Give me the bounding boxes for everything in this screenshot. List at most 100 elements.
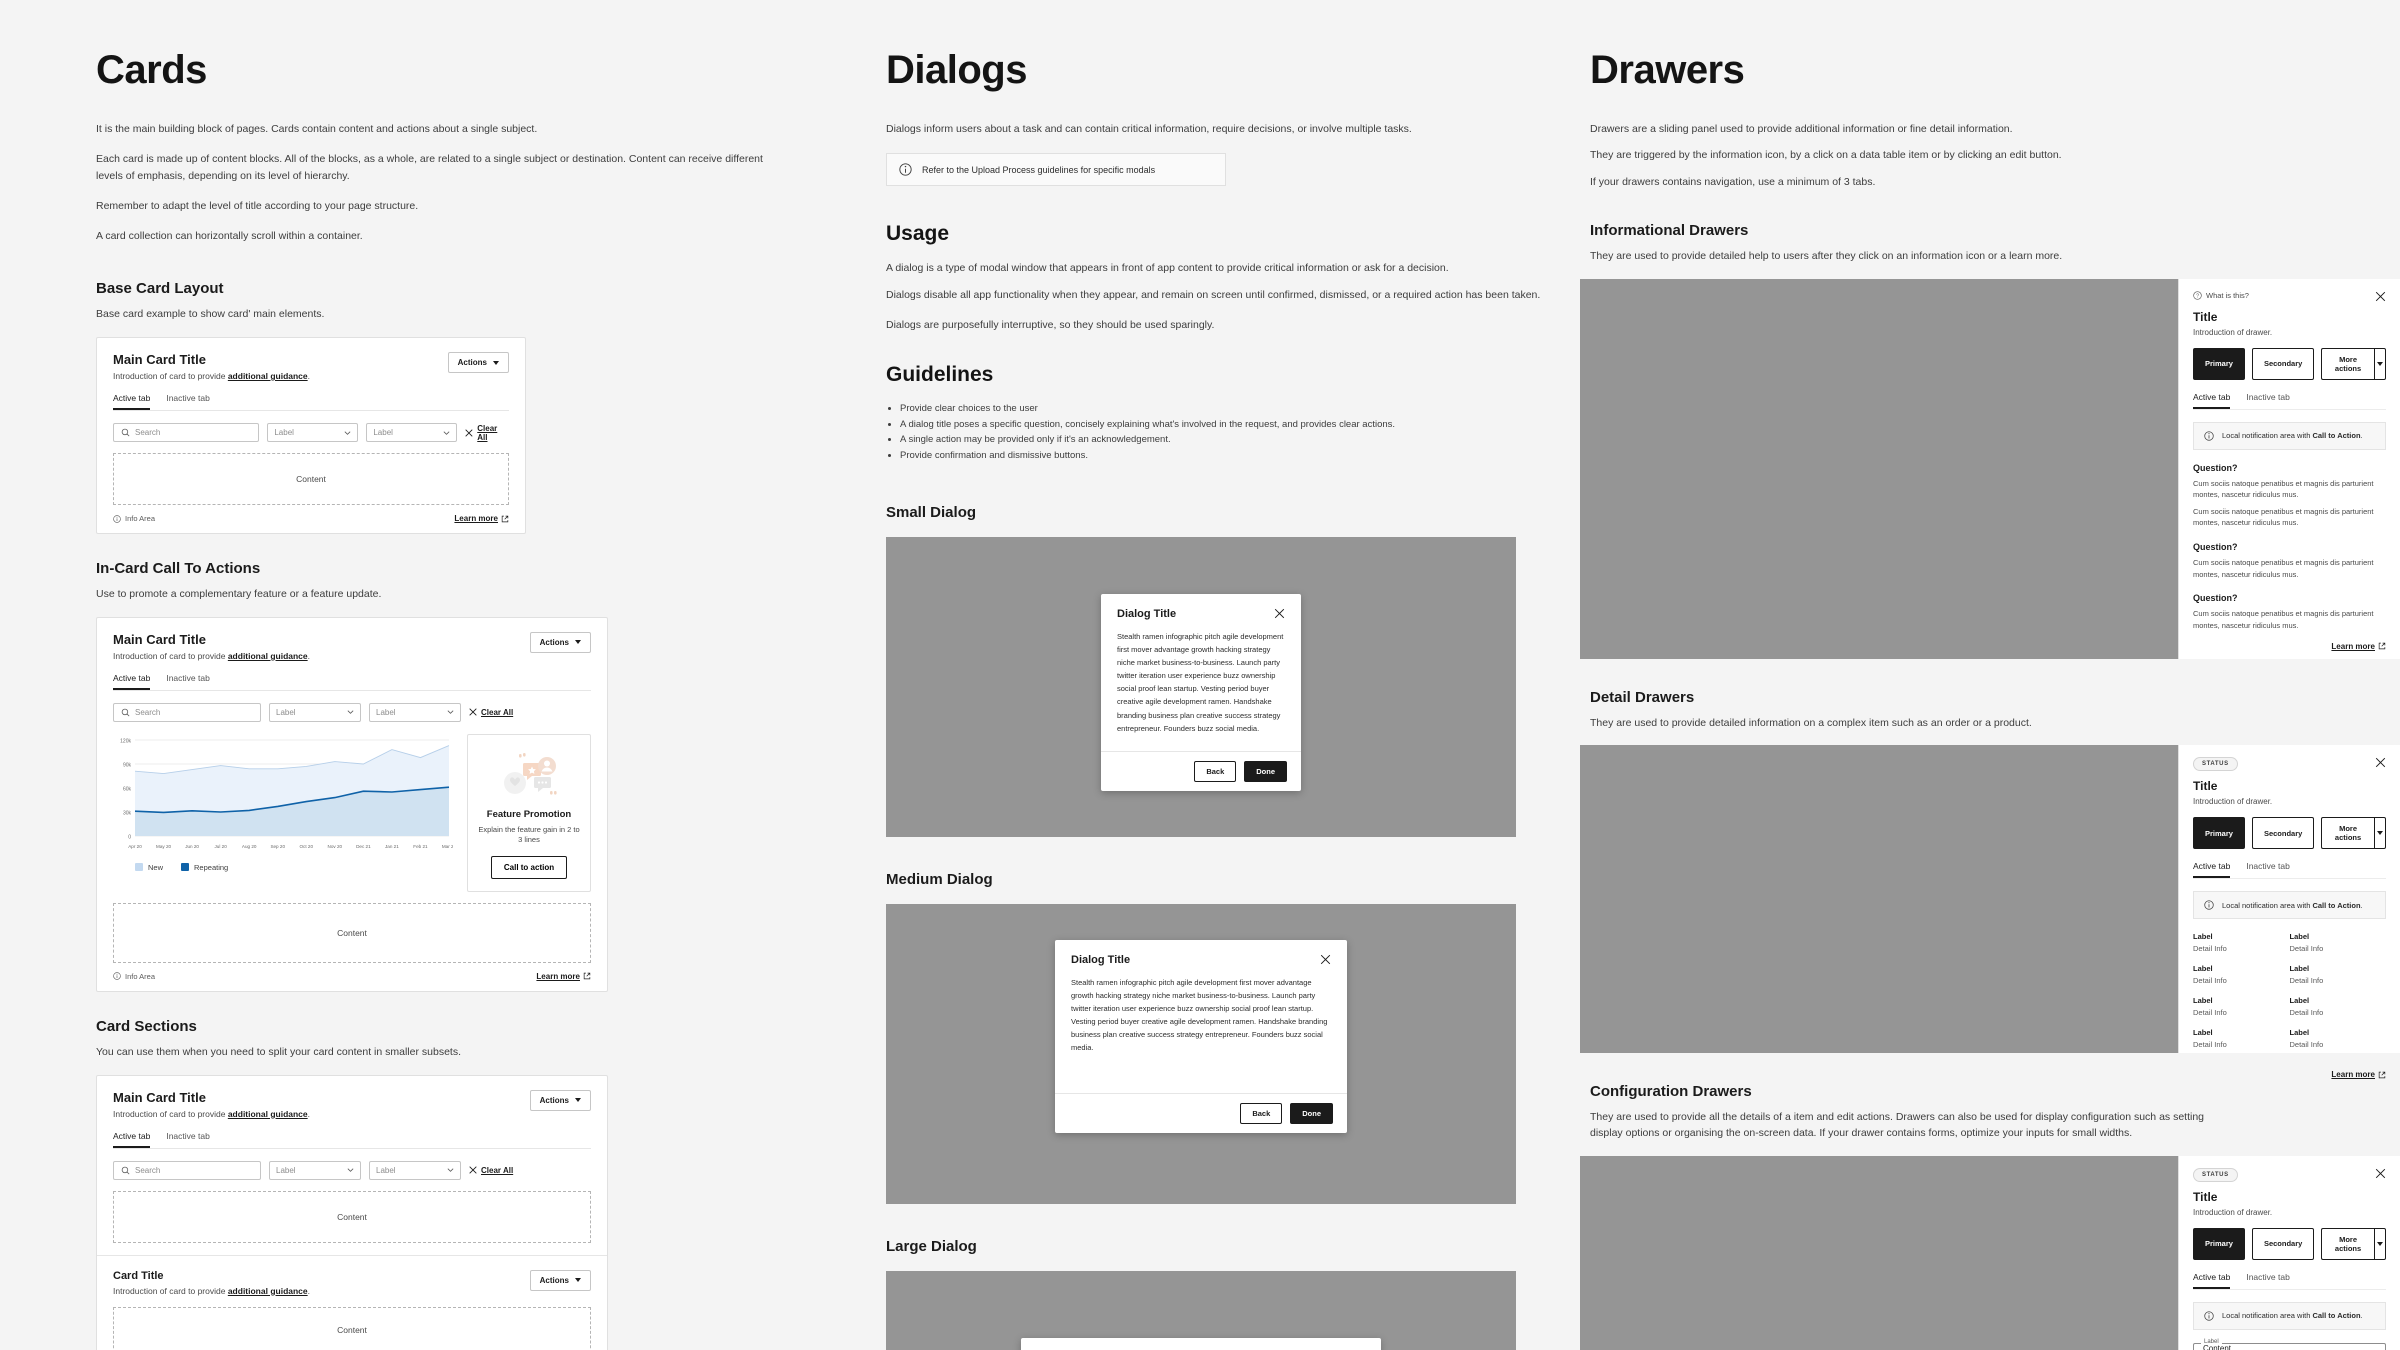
card-section-1: Main Card Title Introduction of card to … (97, 1076, 607, 1255)
tab-inactive[interactable]: Inactive tab (166, 1131, 209, 1148)
info-icon (113, 514, 121, 523)
card-subtitle-prefix: Introduction of card to provide (113, 371, 228, 382)
more-actions-button[interactable]: More actions (2321, 817, 2374, 850)
actions-button[interactable]: Actions (529, 1269, 591, 1291)
card-header: Card Title Introduction of card to provi… (113, 1269, 591, 1296)
small-dialog-heading: Small Dialog (886, 503, 977, 521)
filter-select-1[interactable]: Label (269, 1160, 361, 1180)
learn-more-link[interactable]: Learn more (2331, 1070, 2386, 1079)
filter-select-2-label: Label (376, 1165, 396, 1175)
design-system-page: Cards It is the main building block of p… (0, 0, 2400, 1350)
filter-select-2[interactable]: Label (369, 702, 461, 722)
legend-item: New (135, 863, 163, 872)
card-tabs: Active tab Inactive tab (113, 673, 591, 691)
additional-guidance-link[interactable]: additional guidance (228, 1286, 308, 1296)
tab-active[interactable]: Active tab (2193, 1272, 2231, 1289)
card-subtitle-prefix: Introduction of card to provide (113, 1285, 228, 1296)
more-actions-caret-button[interactable] (2373, 1227, 2386, 1260)
actions-label: Actions (539, 1095, 569, 1105)
chevron-down-icon (2376, 1241, 2383, 1246)
tab-active[interactable]: Active tab (2193, 861, 2231, 879)
call-to-action-button[interactable]: Call to action (490, 855, 568, 879)
secondary-button[interactable]: Secondary (2251, 1227, 2315, 1260)
more-actions-caret-button[interactable] (2373, 347, 2386, 380)
clear-all-button[interactable]: Clear All (465, 424, 509, 442)
detail-label: Label (2193, 932, 2213, 942)
more-actions-caret-button[interactable] (2373, 817, 2386, 850)
additional-guidance-link[interactable]: additional guidance (228, 371, 308, 381)
done-button[interactable]: Done (1244, 760, 1287, 782)
local-note-cta[interactable]: Call to Action (2312, 901, 2360, 910)
drawer-title: Title (2193, 1189, 2218, 1204)
close-icon[interactable] (2375, 291, 2386, 302)
search-input[interactable]: Search (113, 1160, 261, 1180)
primary-button[interactable]: Primary (2193, 817, 2245, 850)
cta-card-block: In-Card Call To Actions Use to promote a… (96, 560, 800, 992)
tab-inactive[interactable]: Inactive tab (2246, 861, 2289, 878)
clear-all-button[interactable]: Clear All (469, 1166, 513, 1175)
search-input[interactable]: Search (113, 702, 261, 722)
learn-more-link[interactable]: Learn more (454, 514, 509, 523)
informational-drawer-shell: ? What is this? Title Introduction of dr… (1580, 278, 2400, 659)
more-actions-button[interactable]: More actions (2321, 347, 2374, 380)
filter-select-1[interactable]: Label (269, 702, 361, 722)
filter-select-2[interactable]: Label (369, 1160, 461, 1180)
local-note-cta[interactable]: Call to Action (2312, 1311, 2360, 1320)
question-title: Question? (2193, 593, 2238, 604)
promo-description: Explain the feature gain in 2 to 3 lines (478, 824, 580, 845)
back-button[interactable]: Back (1194, 760, 1237, 782)
close-icon[interactable] (1274, 608, 1285, 619)
configuration-drawer-shell: STATUS Title Introduction of drawer. Pri… (1580, 1155, 2400, 1350)
back-button[interactable]: Back (1240, 1102, 1283, 1124)
svg-text:Dec 21: Dec 21 (356, 844, 371, 849)
tab-active[interactable]: Active tab (113, 1131, 151, 1148)
detail-value: Detail Info (2289, 1040, 2324, 1050)
learn-more-link[interactable]: Learn more (536, 972, 591, 981)
clear-all-button[interactable]: Clear All (469, 708, 513, 717)
card-content-placeholder: Content (113, 1306, 591, 1350)
close-icon[interactable] (1320, 954, 1331, 965)
card-filters: Search Label Label Clear All (113, 1160, 591, 1180)
tab-inactive[interactable]: Inactive tab (166, 673, 209, 690)
tab-inactive[interactable]: Inactive tab (2246, 392, 2289, 409)
close-icon[interactable] (2375, 757, 2386, 768)
additional-guidance-link[interactable]: additional guidance (228, 1109, 308, 1119)
tab-active[interactable]: Active tab (2193, 392, 2231, 409)
what-is-this-link[interactable]: ? What is this? (2193, 291, 2249, 300)
page-title-dialogs: Dialogs (886, 48, 1027, 92)
done-button[interactable]: Done (1290, 1102, 1333, 1124)
svg-text:Aug 20: Aug 20 (242, 844, 257, 849)
secondary-button[interactable]: Secondary (2251, 817, 2315, 850)
card-filters: Search Label Label Clear All (113, 702, 591, 722)
detail-drawer-shell: STATUS Title Introduction of drawer. Pri… (1580, 745, 2400, 1079)
primary-button[interactable]: Primary (2193, 347, 2245, 380)
config-field-filled[interactable]: Label Content (2193, 1338, 2386, 1350)
card-subtitle-suffix: . (307, 650, 311, 661)
secondary-button[interactable]: Secondary (2251, 347, 2315, 380)
detail-drawer: STATUS Title Introduction of drawer. Pri… (2178, 745, 2400, 1079)
detail-label: Label (2193, 964, 2213, 974)
tab-active[interactable]: Active tab (113, 393, 151, 411)
tab-inactive[interactable]: Inactive tab (166, 393, 209, 410)
actions-button[interactable]: Actions (529, 1089, 591, 1111)
search-input[interactable]: Search (113, 423, 260, 443)
search-placeholder: Search (135, 707, 161, 717)
status-badge: STATUS (2193, 757, 2238, 772)
actions-button[interactable]: Actions (447, 352, 509, 374)
dialog-header: Dialog Title (1101, 594, 1301, 620)
tab-active[interactable]: Active tab (113, 673, 151, 690)
filter-select-2[interactable]: Label (366, 423, 458, 443)
additional-guidance-link[interactable]: additional guidance (228, 651, 308, 661)
local-note-cta[interactable]: Call to Action (2312, 431, 2360, 440)
detail-item: Label Detail Info (2290, 964, 2387, 985)
chevron-down-icon (2376, 831, 2383, 836)
learn-more-link[interactable]: Learn more (2331, 642, 2386, 651)
actions-button[interactable]: Actions (529, 631, 591, 653)
more-actions-button[interactable]: More actions (2321, 1227, 2374, 1260)
configuration-drawers-heading: Configuration Drawers (1590, 1083, 1752, 1101)
filter-select-1[interactable]: Label (267, 423, 359, 443)
tab-inactive[interactable]: Inactive tab (2246, 1272, 2289, 1289)
primary-button[interactable]: Primary (2193, 1227, 2245, 1260)
svg-text:?: ? (2196, 293, 2199, 299)
close-icon[interactable] (2375, 1168, 2386, 1179)
